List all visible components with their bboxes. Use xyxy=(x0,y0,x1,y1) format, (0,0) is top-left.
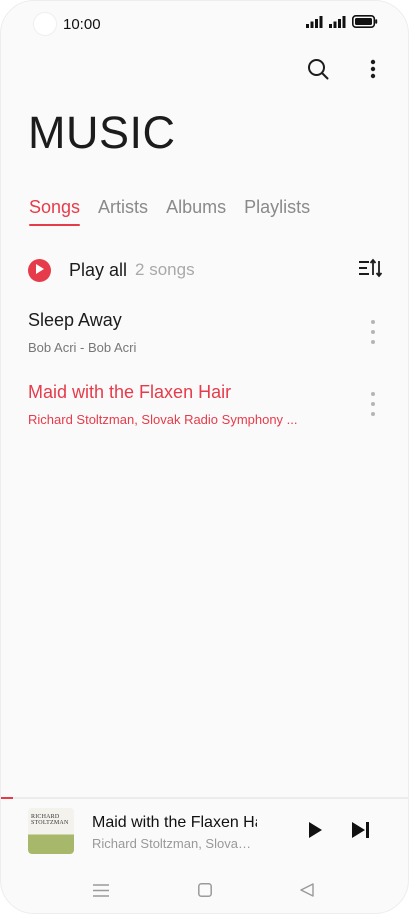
song-title: Sleep Away xyxy=(28,310,122,330)
song-count: 2 songs xyxy=(135,260,195,279)
more-vertical-icon[interactable] xyxy=(361,57,385,81)
wifi-icon xyxy=(306,15,323,33)
tab-songs[interactable]: Songs xyxy=(29,197,81,226)
album-cover: RICHARD STOLTZMAN xyxy=(28,808,74,854)
navigation-bar xyxy=(1,873,408,907)
song-more-icon[interactable] xyxy=(365,320,381,344)
back-icon[interactable] xyxy=(296,879,318,901)
home-icon[interactable] xyxy=(194,879,216,901)
status-bar: 10:00 xyxy=(1,1,408,47)
song-more-icon[interactable] xyxy=(365,392,381,416)
play-all-button[interactable] xyxy=(28,258,51,282)
play-all-label: Play all xyxy=(69,259,128,280)
menu-icon[interactable] xyxy=(90,879,112,901)
status-icons xyxy=(306,15,378,33)
album-cover-art-text: RICHARD STOLTZMAN xyxy=(31,814,69,826)
search-icon[interactable] xyxy=(306,57,330,81)
song-title: Maid with the Flaxen Hair xyxy=(28,382,232,402)
mini-player[interactable]: RICHARD STOLTZMAN Maid with the Flaxen Ha… xyxy=(1,799,408,867)
play-icon xyxy=(35,261,44,279)
song-artist: Bob Acri - Bob Acri xyxy=(28,340,137,355)
battery-icon xyxy=(352,15,378,33)
signal-icon xyxy=(329,15,346,33)
status-time: 10:00 xyxy=(63,16,101,33)
tab-albums[interactable]: Albums xyxy=(166,197,226,226)
sort-icon[interactable] xyxy=(358,258,383,283)
song-row[interactable]: Sleep Away Bob Acri - Bob Acri xyxy=(28,310,383,374)
tab-bar: Songs Artists Albums Playlists xyxy=(29,197,310,226)
music-app-screen: 10:00 MUSIC Songs Artists Albums Playlis… xyxy=(0,0,409,914)
now-playing-title: Maid with the Flaxen Hair xyxy=(92,814,257,831)
play-button[interactable] xyxy=(303,820,327,844)
skip-next-icon xyxy=(352,821,370,843)
song-row[interactable]: Maid with the Flaxen Hair Richard Stoltz… xyxy=(28,382,383,446)
song-artist: Richard Stoltzman, Slovak Radio Symphony… xyxy=(28,412,298,427)
page-title: MUSIC xyxy=(28,107,176,158)
now-playing-artist: Richard Stoltzman, Slovak Radio Symphony… xyxy=(92,836,257,851)
tab-artists[interactable]: Artists xyxy=(98,197,148,226)
next-button[interactable] xyxy=(349,820,373,844)
tab-playlists[interactable]: Playlists xyxy=(244,197,310,226)
play-icon xyxy=(308,821,322,843)
camera-cutout xyxy=(33,12,57,36)
play-all-row[interactable]: Play all 2 songs xyxy=(28,257,383,283)
